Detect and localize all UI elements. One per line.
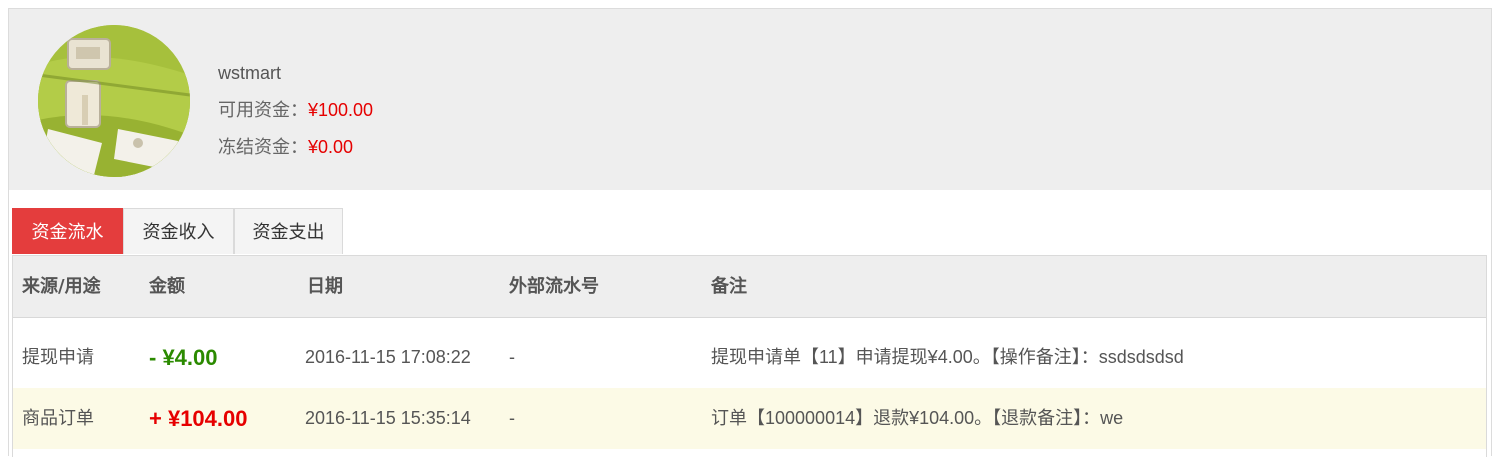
row-external-no: - xyxy=(509,347,515,367)
username: wstmart xyxy=(218,63,281,83)
row-date: 2016-11-15 15:35:14 xyxy=(305,408,471,428)
finance-panel: wstmart 可用资金：¥100.00 冻结资金：¥0.00 资金流水 资金收… xyxy=(8,8,1492,457)
row-amount: - ¥4.00 xyxy=(149,345,218,370)
column-header-date: 日期 xyxy=(307,276,343,297)
tab-fund-income[interactable]: 资金收入 xyxy=(123,208,234,254)
tab-fund-flow[interactable]: 资金流水 xyxy=(12,208,123,254)
table-row: 商品订单 + ¥104.00 2016-11-15 15:35:14 - 订单【… xyxy=(13,388,1486,449)
frozen-funds-value: ¥0.00 xyxy=(308,137,354,157)
row-source: 提现申请 xyxy=(22,347,94,367)
column-header-amount: 金额 xyxy=(149,276,185,297)
tab-fund-expense[interactable]: 资金支出 xyxy=(234,208,343,254)
table-row: 提现申请 - ¥4.00 2016-11-15 17:08:22 - 提现申请单… xyxy=(13,327,1486,388)
row-source: 商品订单 xyxy=(22,408,94,428)
account-summary: wstmart 可用资金：¥100.00 冻结资金：¥0.00 xyxy=(9,9,1491,190)
row-date: 2016-11-15 17:08:22 xyxy=(305,347,471,367)
frozen-funds: 冻结资金：¥0.00 xyxy=(218,129,373,166)
frozen-funds-label: 冻结资金： xyxy=(218,137,308,157)
available-funds-value: ¥100.00 xyxy=(308,100,374,120)
column-header-source: 来源/用途 xyxy=(22,276,101,297)
row-remark: 订单【100000014】退款¥104.00。【退款备注】：we xyxy=(711,408,1124,428)
fund-flow-table: 来源/用途 金额 日期 外部流水号 备注 提现申请 - ¥4.00 2016-1… xyxy=(12,255,1487,457)
table-header: 来源/用途 金额 日期 外部流水号 备注 xyxy=(13,256,1486,318)
column-header-external-no: 外部流水号 xyxy=(509,276,599,297)
column-header-remark: 备注 xyxy=(711,276,747,297)
available-funds-label: 可用资金： xyxy=(218,100,308,120)
row-amount: + ¥104.00 xyxy=(149,406,248,431)
available-funds: 可用资金：¥100.00 xyxy=(218,92,373,129)
row-remark: 提现申请单【11】申请提现¥4.00。【操作备注】：ssdsdsdsd xyxy=(711,347,1184,367)
avatar xyxy=(38,25,190,177)
row-external-no: - xyxy=(509,408,515,428)
